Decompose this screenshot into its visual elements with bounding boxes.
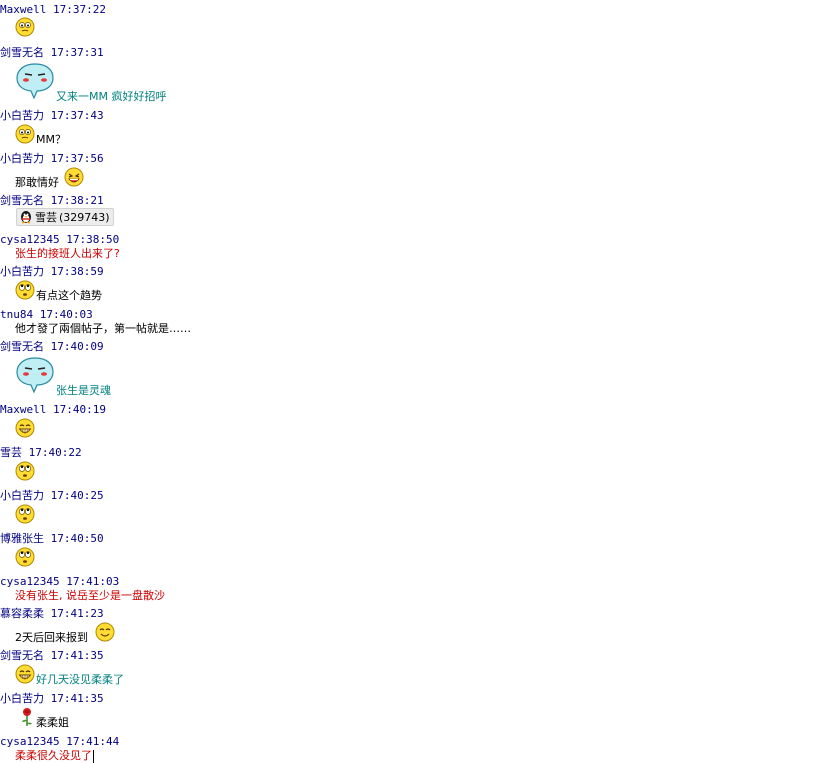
timestamp: 17:41:23 — [50, 607, 104, 620]
message-text: 有点这个趋势 — [36, 289, 102, 302]
sender-name: cysa12345 — [0, 735, 60, 748]
timestamp: 17:38:21 — [50, 194, 104, 207]
message-text-content: 柔柔很久没见了 — [15, 749, 92, 762]
message-header: cysa12345 17:41:03 — [0, 575, 119, 588]
timestamp: 17:40:19 — [52, 403, 106, 416]
message-header: cysa12345 17:38:50 — [0, 233, 119, 246]
timestamp: 17:37:43 — [50, 109, 104, 122]
message-header: 小白苦力 17:40:25 — [0, 489, 104, 502]
confused-smiley-icon — [15, 17, 35, 37]
timestamp: 17:41:35 — [50, 692, 104, 705]
grin-smiley-icon — [15, 418, 35, 438]
laughing-smiley-icon — [64, 167, 84, 187]
sender-name: 雪芸 — [0, 446, 22, 459]
message-header: cysa12345 17:41:44 — [0, 735, 119, 748]
message-header: 博雅张生 17:40:50 — [0, 532, 104, 545]
timestamp: 17:37:31 — [50, 46, 104, 59]
contact-card[interactable]: 雪芸 (329743) — [16, 208, 114, 226]
rose-icon — [17, 707, 37, 727]
sender-name: cysa12345 — [0, 233, 60, 246]
message-header: 剑雪无名 17:38:21 — [0, 194, 104, 207]
message-text: 张生的接班人出来了? — [15, 247, 120, 260]
sender-name: tnu84 — [0, 308, 34, 321]
sender-name: 小白苦力 — [0, 109, 44, 122]
message-header: Maxwell 17:40:19 — [0, 403, 106, 416]
message-text: 柔柔姐 — [36, 716, 69, 729]
message-text: 那敢情好 — [15, 176, 59, 189]
timestamp: 17:41:35 — [50, 649, 104, 662]
timestamp: 17:40:22 — [28, 446, 82, 459]
message-header: 小白苦力 17:37:56 — [0, 152, 104, 165]
sender-name: 小白苦力 — [0, 489, 44, 502]
text-caret — [93, 749, 94, 763]
grin-smiley-icon — [15, 664, 35, 684]
timestamp: 17:40:50 — [50, 532, 104, 545]
sender-name: 慕容柔柔 — [0, 607, 44, 620]
timestamp: 17:41:03 — [66, 575, 120, 588]
message-header: Maxwell 17:37:22 — [0, 3, 106, 16]
timestamp: 17:40:03 — [39, 308, 93, 321]
timestamp: 17:38:50 — [66, 233, 120, 246]
timestamp: 17:41:44 — [66, 735, 120, 748]
sender-name: 小白苦力 — [0, 265, 44, 278]
message-header: tnu84 17:40:03 — [0, 308, 93, 321]
sender-name: Maxwell — [0, 403, 47, 416]
message-header: 剑雪无名 17:37:31 — [0, 46, 104, 59]
sender-name: cysa12345 — [0, 575, 60, 588]
contact-name: 雪芸 — [35, 211, 57, 224]
message-text[interactable]: 柔柔很久没见了 — [15, 749, 94, 763]
timestamp: 17:37:22 — [52, 3, 106, 16]
rolling-eyes-smiley-icon — [15, 461, 35, 481]
contact-id: (329743) — [59, 210, 110, 224]
speech-bubble-face-icon — [15, 356, 55, 394]
timestamp: 17:40:09 — [50, 340, 104, 353]
wink-smiley-icon — [95, 622, 115, 642]
confused-smiley-icon — [15, 124, 35, 144]
sender-name: 博雅张生 — [0, 532, 44, 545]
message-header: 小白苦力 17:37:43 — [0, 109, 104, 122]
message-header: 慕容柔柔 17:41:23 — [0, 607, 104, 620]
sender-name: 小白苦力 — [0, 692, 44, 705]
message-header: 小白苦力 17:41:35 — [0, 692, 104, 705]
rolling-eyes-smiley-icon — [15, 280, 35, 300]
rolling-eyes-smiley-icon — [15, 504, 35, 524]
message-text: 好几天没见柔柔了 — [36, 673, 124, 686]
message-text: 张生是灵魂 — [56, 384, 111, 397]
timestamp: 17:38:59 — [50, 265, 104, 278]
message-text: 2天后回来报到 — [15, 631, 88, 644]
message-header: 剑雪无名 17:41:35 — [0, 649, 104, 662]
message-text: 没有张生, 说岳至少是一盘散沙 — [15, 589, 165, 602]
sender-name: Maxwell — [0, 3, 47, 16]
sender-name: 剑雪无名 — [0, 194, 44, 207]
message-text: 他才發了兩個帖子，第一帖就是…… — [15, 322, 191, 335]
timestamp: 17:40:25 — [50, 489, 104, 502]
message-header: 剑雪无名 17:40:09 — [0, 340, 104, 353]
message-header: 小白苦力 17:38:59 — [0, 265, 104, 278]
timestamp: 17:37:56 — [50, 152, 104, 165]
sender-name: 剑雪无名 — [0, 46, 44, 59]
speech-bubble-face-icon — [15, 62, 55, 100]
sender-name: 小白苦力 — [0, 152, 44, 165]
qq-penguin-icon — [21, 211, 31, 224]
message-text: MM？ — [36, 133, 66, 146]
rolling-eyes-smiley-icon — [15, 547, 35, 567]
sender-name: 剑雪无名 — [0, 649, 44, 662]
sender-name: 剑雪无名 — [0, 340, 44, 353]
message-header: 雪芸 17:40:22 — [0, 446, 82, 459]
message-text: 又来一MM 疯好好招呼 — [56, 90, 167, 103]
